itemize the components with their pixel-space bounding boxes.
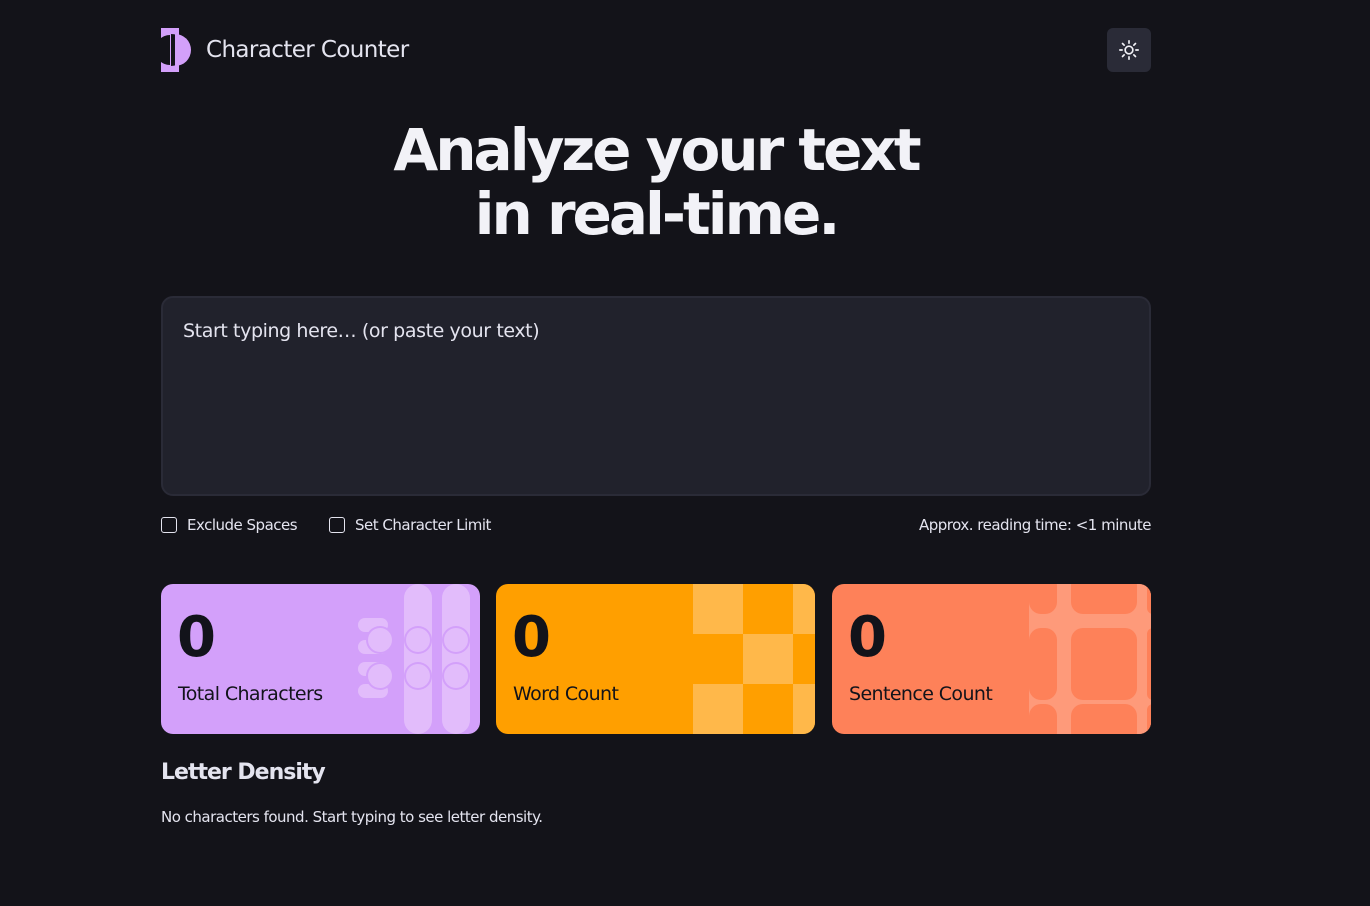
letter-density-title: Letter Density bbox=[161, 760, 326, 785]
hero-line-1: Analyze your text bbox=[393, 116, 921, 184]
word-count-card: 0 Word Count bbox=[496, 584, 815, 734]
half-circle-logo-icon bbox=[161, 28, 191, 72]
text-input[interactable] bbox=[161, 296, 1151, 496]
page-container: Character Counter Analyze your text in r… bbox=[161, 0, 1152, 906]
logo[interactable]: Character Counter bbox=[161, 28, 409, 72]
circle-pattern-decoration bbox=[358, 584, 470, 734]
stats-cards: 0 Total Characters 0 Word Count 0 Senten… bbox=[161, 584, 1151, 734]
exclude-spaces-checkbox[interactable] bbox=[161, 517, 177, 533]
grid-pattern-decoration bbox=[1029, 584, 1151, 734]
exclude-spaces-label: Exclude Spaces bbox=[187, 516, 298, 534]
character-limit-label: Set Character Limit bbox=[355, 516, 491, 534]
letter-density-empty-message: No characters found. Start typing to see… bbox=[161, 808, 543, 826]
exclude-spaces-option[interactable]: Exclude Spaces bbox=[161, 513, 298, 537]
word-count-value: 0 bbox=[512, 605, 551, 670]
character-limit-checkbox[interactable] bbox=[329, 517, 345, 533]
app-title: Character Counter bbox=[206, 37, 409, 63]
sentence-count-label: Sentence Count bbox=[849, 683, 993, 705]
sentence-count-card: 0 Sentence Count bbox=[832, 584, 1151, 734]
sentence-count-value: 0 bbox=[848, 605, 887, 670]
theme-toggle-button[interactable] bbox=[1107, 28, 1151, 72]
total-characters-label: Total Characters bbox=[178, 683, 323, 705]
sun-icon bbox=[1119, 40, 1139, 60]
checker-pattern-decoration bbox=[693, 584, 815, 734]
options-row: Exclude Spaces Set Character Limit Appro… bbox=[161, 513, 1152, 537]
reading-time: Approx. reading time: <1 minute bbox=[918, 516, 1152, 534]
header: Character Counter bbox=[161, 28, 1151, 72]
total-characters-card: 0 Total Characters bbox=[161, 584, 480, 734]
hero-headline: Analyze your text in real-time. bbox=[161, 118, 1151, 246]
word-count-label: Word Count bbox=[513, 683, 619, 705]
total-characters-value: 0 bbox=[177, 605, 216, 670]
character-limit-option[interactable]: Set Character Limit bbox=[329, 513, 491, 537]
hero-line-2: in real-time. bbox=[474, 180, 841, 248]
